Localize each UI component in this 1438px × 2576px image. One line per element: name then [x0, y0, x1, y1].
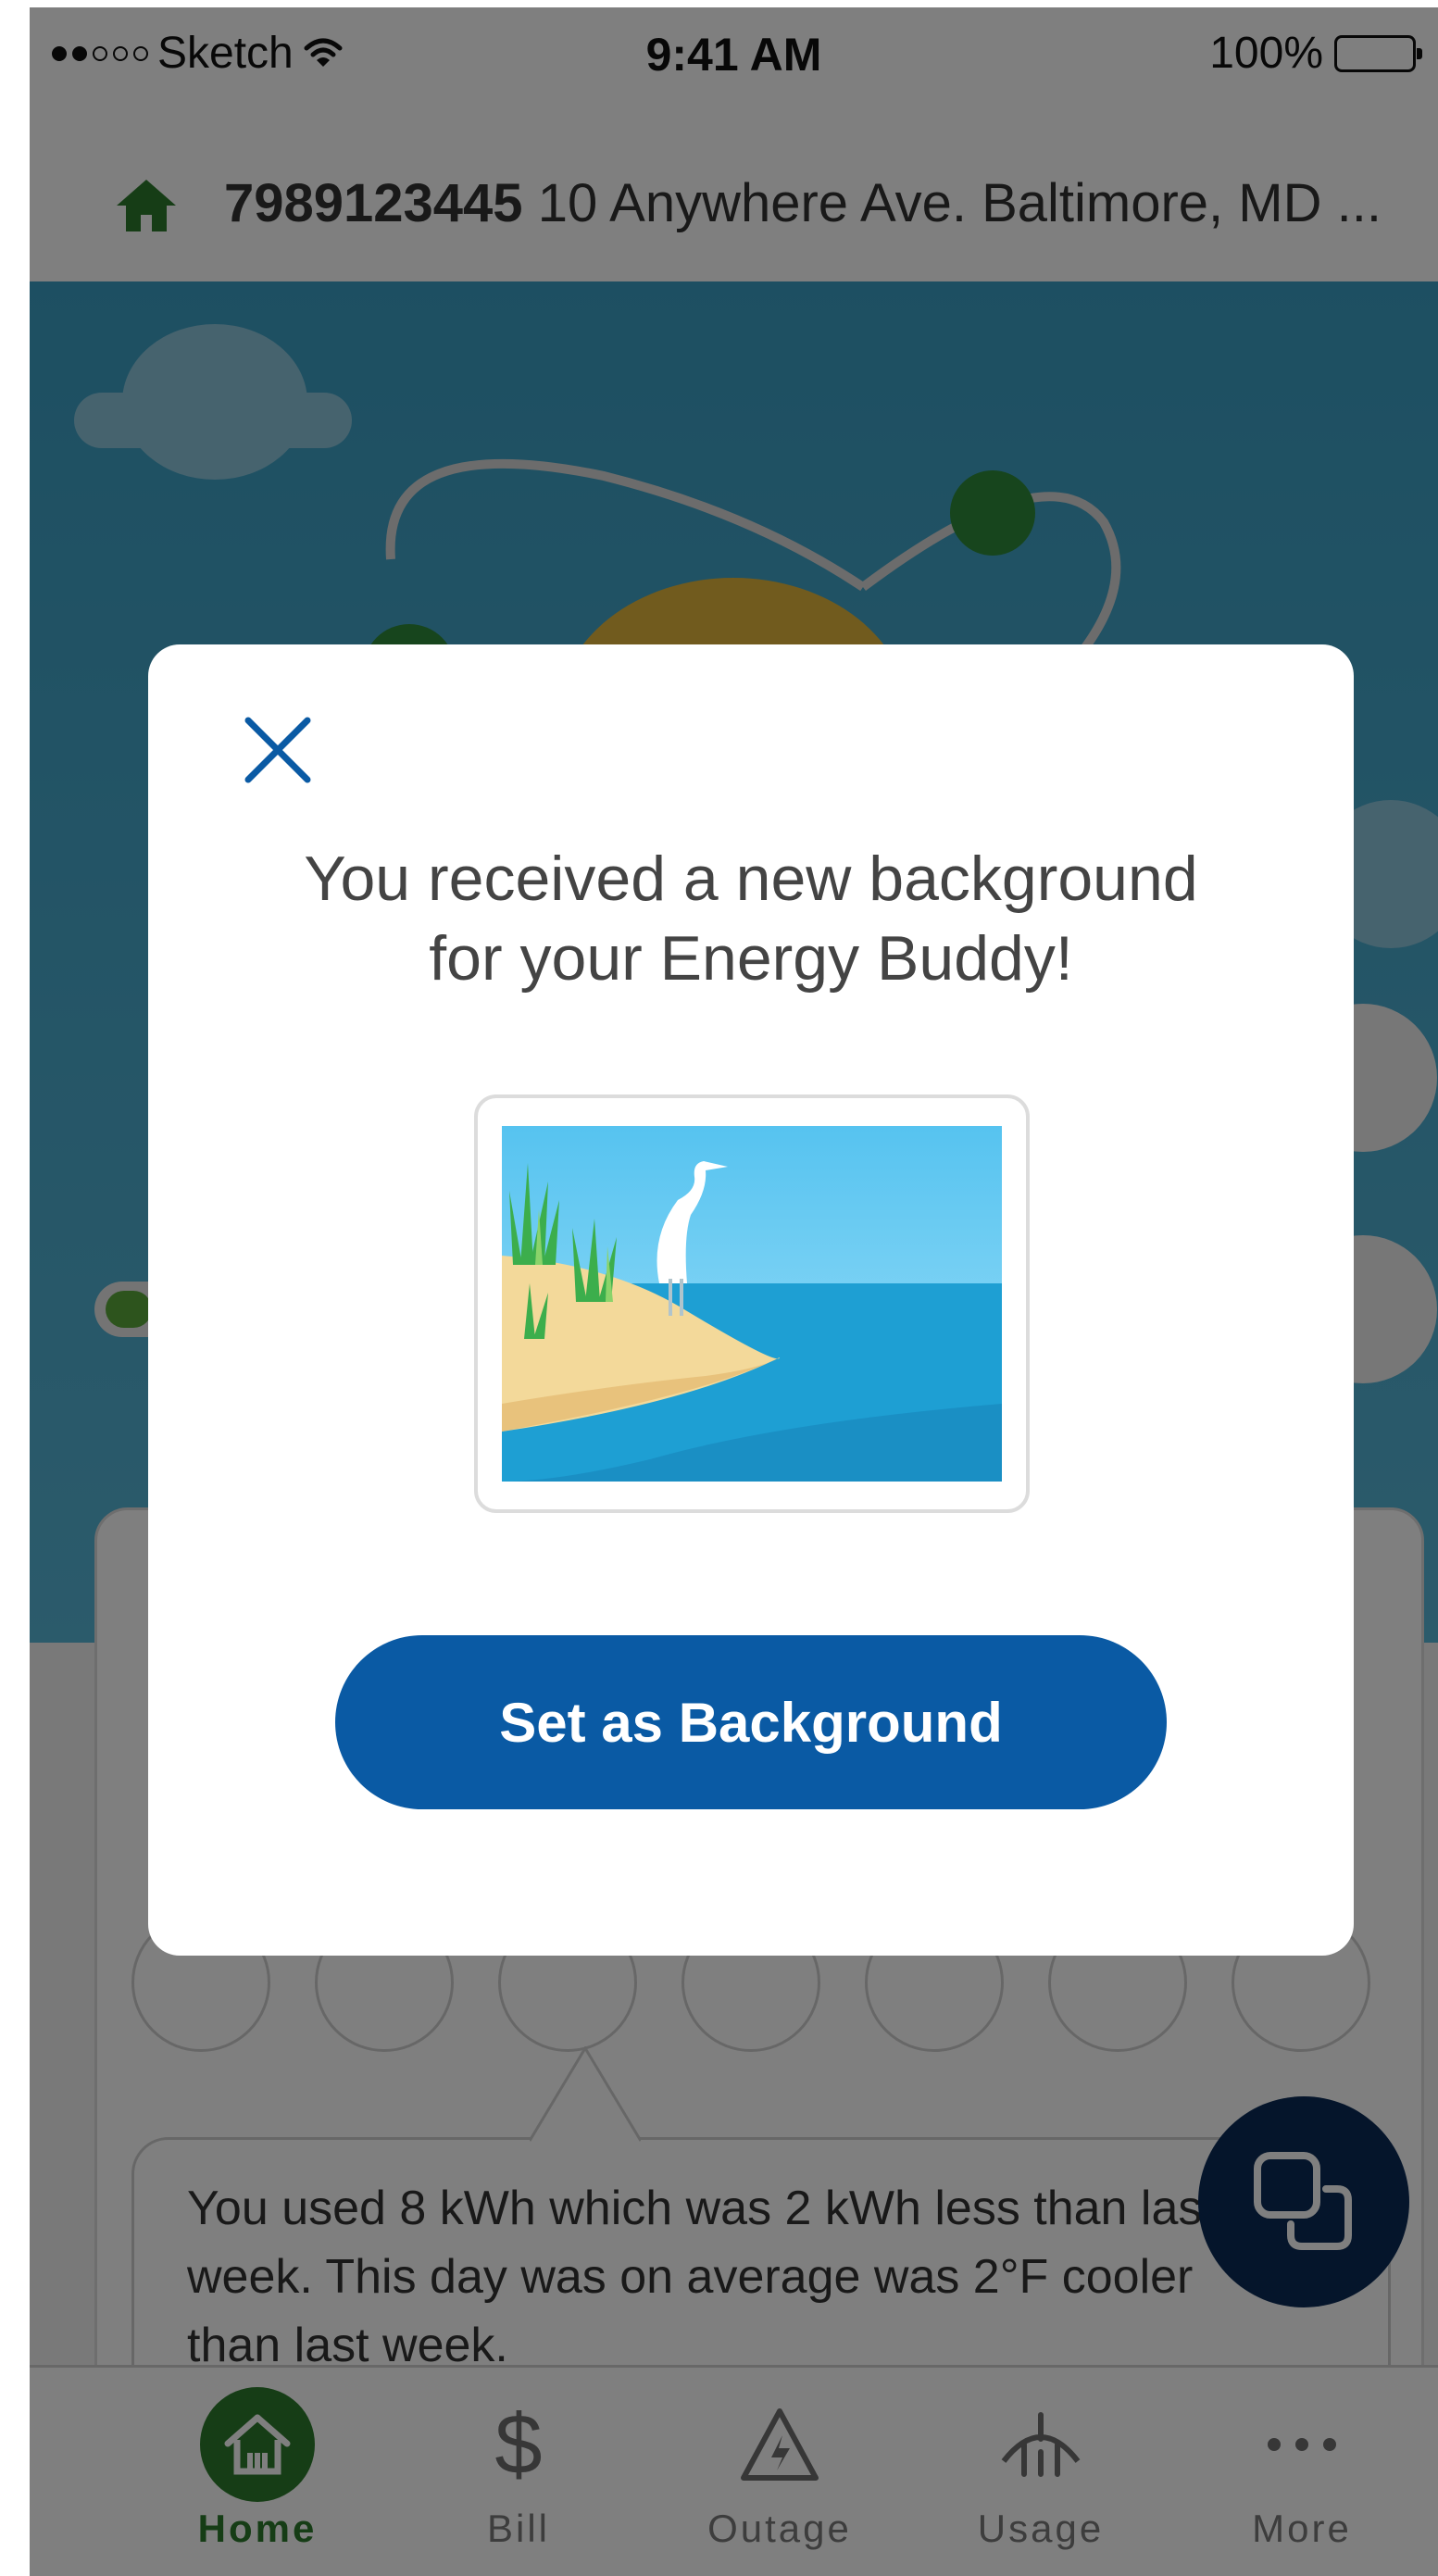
modal-title-line: You received a new background	[304, 844, 1198, 914]
modal-title: You received a new background for your E…	[204, 839, 1298, 998]
set-as-background-button[interactable]: Set as Background	[335, 1635, 1167, 1809]
beach-heron-background-image	[502, 1126, 1002, 1482]
new-background-modal: You received a new background for your E…	[148, 644, 1354, 1956]
close-icon	[244, 717, 311, 783]
modal-title-line: for your Energy Buddy!	[429, 923, 1073, 994]
close-button[interactable]	[239, 711, 317, 789]
phone-screen: Sketch 9:41 AM 100% 7989123445 10 Anywhe…	[30, 7, 1438, 2576]
background-thumbnail	[474, 1094, 1030, 1513]
